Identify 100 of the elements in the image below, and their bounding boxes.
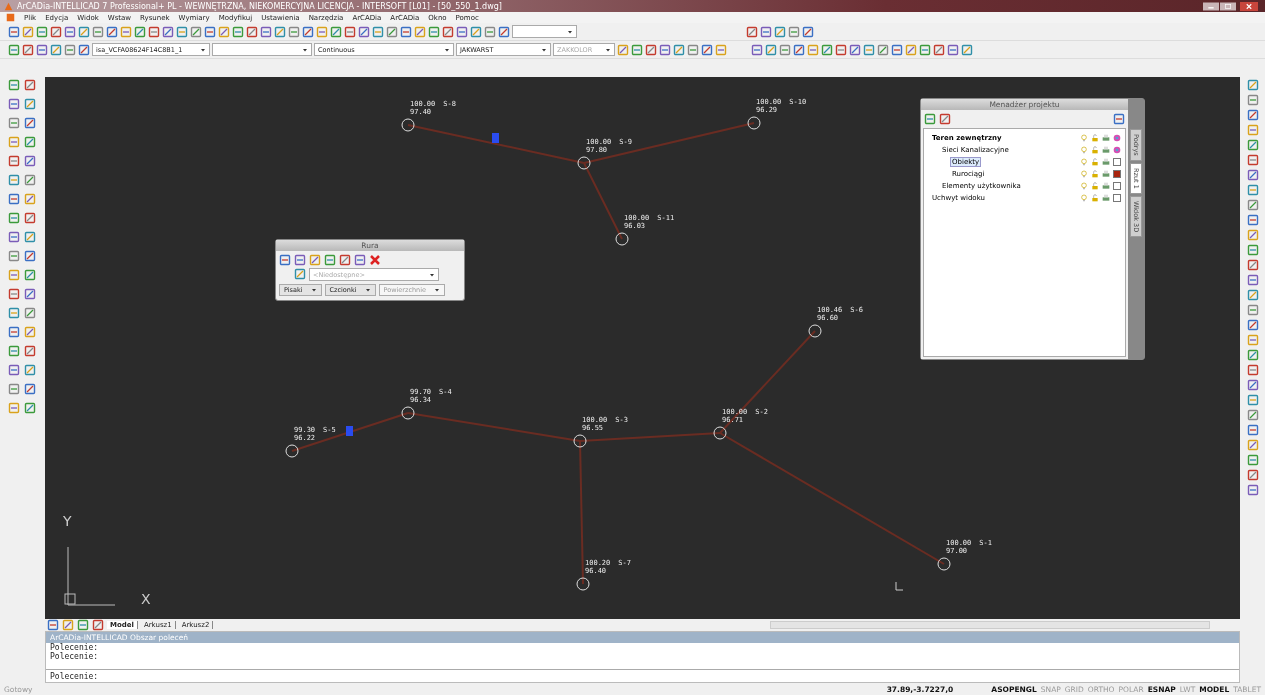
tool-icon[interactable] <box>939 113 951 125</box>
tool-icon[interactable] <box>288 25 300 38</box>
tool-icon[interactable] <box>47 619 59 631</box>
tool-icon[interactable] <box>148 25 160 38</box>
tool-icon[interactable] <box>1246 304 1259 316</box>
tool-icon[interactable] <box>919 43 931 56</box>
tool-icon[interactable] <box>36 43 48 56</box>
drawing-canvas[interactable] <box>45 77 1240 619</box>
lightbulb-icon[interactable] <box>1080 146 1088 154</box>
tool-icon[interactable] <box>62 619 74 631</box>
close-icon[interactable] <box>1237 1 1261 11</box>
tool-icon[interactable] <box>774 25 786 38</box>
padlock-icon[interactable] <box>1091 134 1099 142</box>
tool-icon[interactable] <box>8 43 20 56</box>
tool-icon[interactable] <box>1246 454 1259 466</box>
tool-icon[interactable] <box>1246 484 1259 496</box>
tool-icon[interactable] <box>1246 349 1259 361</box>
tool-icon[interactable] <box>1246 409 1259 421</box>
tool-icon[interactable] <box>7 155 20 167</box>
dropdown[interactable] <box>212 43 312 56</box>
tool-icon[interactable] <box>358 25 370 38</box>
tool-icon[interactable] <box>134 25 146 38</box>
tool-icon[interactable] <box>8 25 20 38</box>
tool-icon[interactable] <box>324 254 336 266</box>
tool-icon[interactable] <box>821 43 833 56</box>
tool-icon[interactable] <box>1246 424 1259 436</box>
tool-icon[interactable] <box>1246 259 1259 271</box>
tool-icon[interactable] <box>246 25 258 38</box>
tool-icon[interactable] <box>673 43 685 56</box>
color-swatch[interactable] <box>1113 158 1121 166</box>
tool-icon[interactable] <box>498 25 510 38</box>
tool-icon[interactable] <box>309 254 321 266</box>
tool-icon[interactable] <box>1246 394 1259 406</box>
tool-icon[interactable] <box>7 117 20 129</box>
tool-icon[interactable] <box>428 25 440 38</box>
tool-icon[interactable] <box>23 212 36 224</box>
tool-icon[interactable] <box>23 117 36 129</box>
tool-icon[interactable] <box>7 136 20 148</box>
padlock-icon[interactable] <box>1091 146 1099 154</box>
tool-icon[interactable] <box>50 25 62 38</box>
tool-icon[interactable] <box>933 43 945 56</box>
tool-icon[interactable] <box>274 25 286 38</box>
tool-icon[interactable] <box>23 307 36 319</box>
tool-icon[interactable] <box>414 25 426 38</box>
tool-icon[interactable] <box>7 345 20 357</box>
delete-icon[interactable] <box>369 254 381 266</box>
tool-icon[interactable] <box>354 254 366 266</box>
tool-icon[interactable] <box>260 25 272 38</box>
padlock-icon[interactable] <box>1091 182 1099 190</box>
tool-icon[interactable] <box>1246 469 1259 481</box>
printer-icon[interactable] <box>1102 146 1110 154</box>
tool-icon[interactable] <box>947 43 959 56</box>
tool-icon[interactable] <box>484 25 496 38</box>
tool-icon[interactable] <box>1246 79 1259 91</box>
tool-icon[interactable] <box>23 193 36 205</box>
tool-icon[interactable] <box>232 25 244 38</box>
lightbulb-icon[interactable] <box>1080 170 1088 178</box>
tool-icon[interactable] <box>1246 319 1259 331</box>
tool-icon[interactable] <box>617 43 629 56</box>
restore-icon[interactable] <box>1220 1 1236 11</box>
tool-icon[interactable] <box>22 25 34 38</box>
tool-icon[interactable] <box>442 25 454 38</box>
padlock-icon[interactable] <box>1091 170 1099 178</box>
tool-icon[interactable] <box>746 25 758 38</box>
tool-icon[interactable] <box>372 25 384 38</box>
tool-icon[interactable] <box>1246 364 1259 376</box>
printer-icon[interactable] <box>1102 170 1110 178</box>
command-input[interactable]: Polecenie: <box>46 669 1239 682</box>
tool-icon[interactable] <box>1246 229 1259 241</box>
tool-icon[interactable] <box>1246 109 1259 121</box>
tool-icon[interactable] <box>204 25 216 38</box>
tool-icon[interactable] <box>92 25 104 38</box>
tool-icon[interactable] <box>1246 214 1259 226</box>
tool-icon[interactable] <box>7 269 20 281</box>
tool-icon[interactable] <box>23 383 36 395</box>
info-icon[interactable] <box>1113 113 1125 125</box>
tool-icon[interactable] <box>456 25 468 38</box>
tool-icon[interactable] <box>23 364 36 376</box>
tool-icon[interactable] <box>23 136 36 148</box>
tool-icon[interactable] <box>36 25 48 38</box>
tool-icon[interactable] <box>1246 289 1259 301</box>
padlock-icon[interactable] <box>1091 194 1099 202</box>
tool-icon[interactable] <box>23 155 36 167</box>
tool-icon[interactable] <box>751 43 763 56</box>
tool-icon[interactable] <box>631 43 643 56</box>
tool-icon[interactable] <box>218 25 230 38</box>
tool-icon[interactable] <box>339 254 351 266</box>
tool-icon[interactable] <box>7 212 20 224</box>
tool-icon[interactable] <box>64 25 76 38</box>
lightbulb-icon[interactable] <box>1080 194 1088 202</box>
tool-icon[interactable] <box>779 43 791 56</box>
tool-icon[interactable] <box>793 43 805 56</box>
tool-icon[interactable] <box>294 254 306 266</box>
tool-icon[interactable] <box>23 231 36 243</box>
tool-icon[interactable] <box>23 269 36 281</box>
tool-icon[interactable] <box>23 288 36 300</box>
tool-icon[interactable] <box>7 402 20 414</box>
tool-icon[interactable] <box>1246 439 1259 451</box>
tool-icon[interactable] <box>905 43 917 56</box>
tool-icon[interactable] <box>7 79 20 91</box>
